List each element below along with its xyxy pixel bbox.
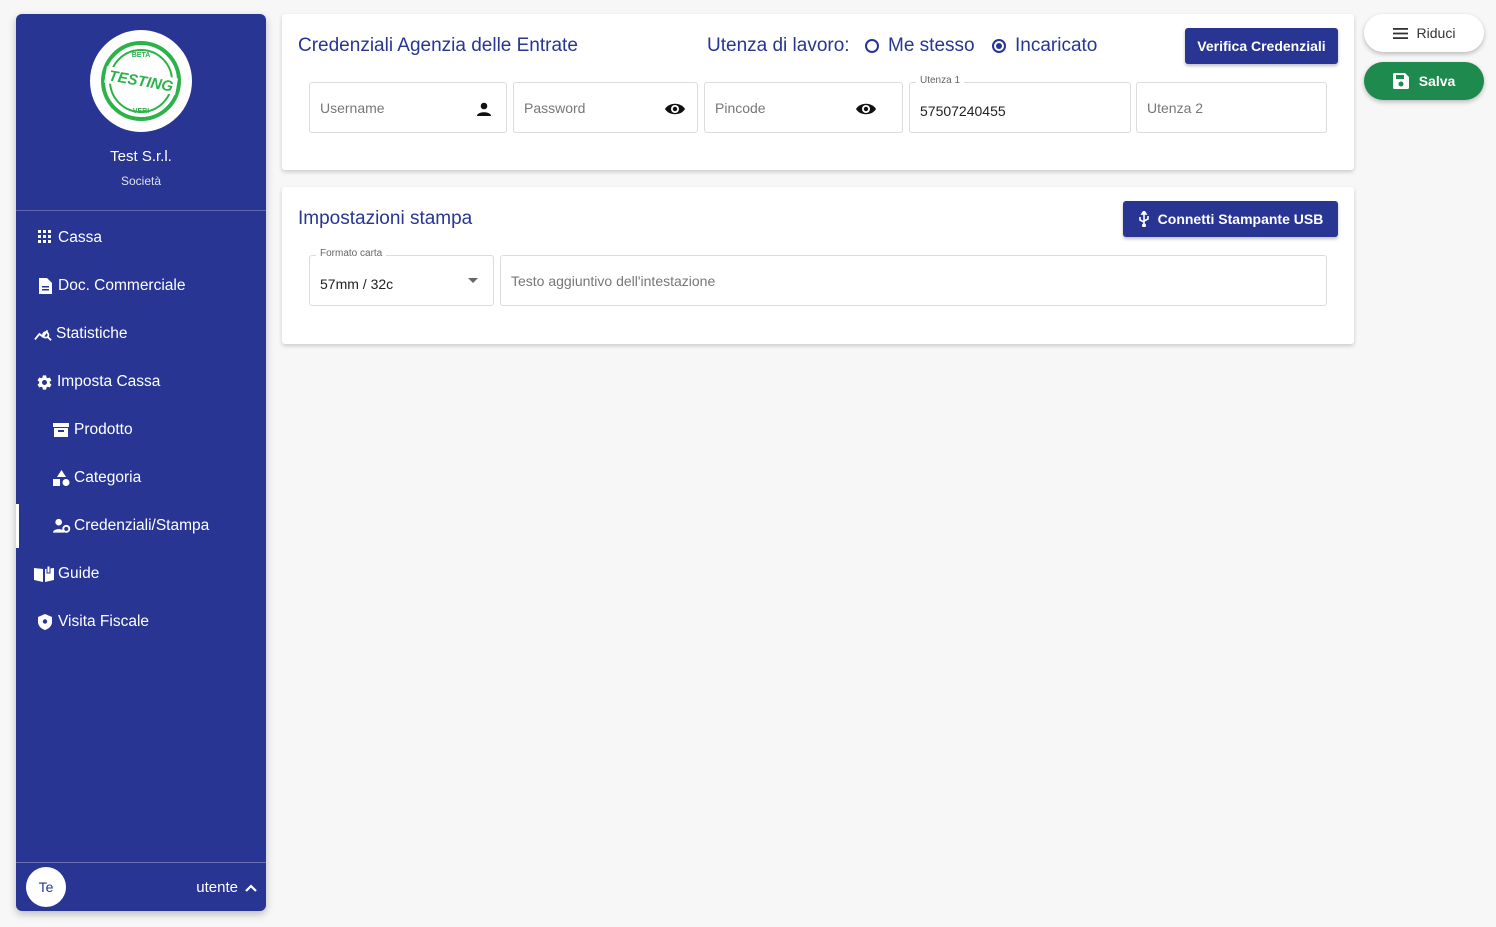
avatar[interactable]: Te <box>26 867 66 907</box>
floppy-icon <box>1392 73 1409 89</box>
password-field[interactable]: Password <box>513 82 698 133</box>
password-placeholder: Password <box>524 100 586 116</box>
sidebar-item-label: Visita Fiscale <box>58 613 150 630</box>
profile-section: BETA TESTING VERI Test S.r.l. Società <box>16 14 266 211</box>
eye-icon[interactable] <box>665 99 685 119</box>
chart-search-icon <box>34 325 52 343</box>
chevron-up-icon[interactable] <box>245 880 257 898</box>
sidebar-item-statistiche[interactable]: Statistiche <box>16 312 266 356</box>
sidebar-item-credenziali-stampa[interactable]: Credenziali/Stampa <box>16 504 266 548</box>
print-title: Impostazioni stampa <box>298 208 473 229</box>
pincode-placeholder: Pincode <box>715 100 766 116</box>
document-icon <box>36 277 54 295</box>
company-logo: BETA TESTING VERI <box>90 30 192 132</box>
username-field[interactable]: Username <box>309 82 507 133</box>
keypad-icon <box>36 229 54 247</box>
user-menu[interactable]: Te utente <box>16 862 266 911</box>
sidebar-item-label: Prodotto <box>74 421 133 438</box>
paper-format-label: Formato carta <box>316 248 387 259</box>
sidebar-item-label: Guide <box>58 565 100 582</box>
sidebar-item-guide[interactable]: Guide <box>16 552 266 596</box>
logo-main-text: TESTING <box>107 67 174 95</box>
sidebar-item-cassa[interactable]: Cassa <box>16 216 266 260</box>
save-button[interactable]: Salva <box>1364 62 1484 100</box>
sidebar-item-label: Doc. Commerciale <box>58 277 186 294</box>
company-name: Test S.r.l. <box>110 148 172 165</box>
utenza2-field[interactable]: Utenza 2 <box>1136 82 1327 133</box>
usb-icon <box>1138 211 1150 227</box>
eye-icon[interactable] <box>856 99 876 119</box>
radio-incaricato-label[interactable]: Incaricato <box>1015 35 1097 57</box>
header-text-input[interactable]: Testo aggiuntivo dell'intestazione <box>500 255 1327 306</box>
utenza1-value: 57507240455 <box>920 103 1006 119</box>
credentials-card: Credenziali Agenzia delle Entrate Utenza… <box>282 14 1354 170</box>
sidebar-item-doc-commerciale[interactable]: Doc. Commerciale <box>16 264 266 308</box>
sidebar-item-label: Credenziali/Stampa <box>74 517 210 534</box>
connect-usb-printer-label: Connetti Stampante USB <box>1157 211 1324 227</box>
save-label: Salva <box>1418 73 1456 89</box>
caret-down-icon <box>463 271 483 291</box>
paper-format-select[interactable]: Formato carta 57mm / 32c <box>309 248 494 306</box>
header-text-placeholder: Testo aggiuntivo dell'intestazione <box>511 273 716 289</box>
logo-top-text: BETA <box>132 52 151 59</box>
book-icon <box>34 565 54 583</box>
sidebar-item-label: Cassa <box>58 229 102 246</box>
credentials-title: Credenziali Agenzia delle Entrate <box>298 35 578 56</box>
radio-incaricato[interactable] <box>992 39 1006 53</box>
person-icon <box>474 99 494 119</box>
paper-format-value: 57mm / 32c <box>320 276 394 292</box>
sidebar-item-imposta-cassa[interactable]: Imposta Cassa <box>16 360 266 404</box>
sidebar-item-visita-fiscale[interactable]: Visita Fiscale <box>16 600 266 644</box>
sidebar-item-label: Categoria <box>74 469 142 486</box>
gear-icon <box>35 373 53 391</box>
sidebar-item-label: Statistiche <box>56 325 128 342</box>
verify-credentials-button[interactable]: Verifica Credenziali <box>1185 28 1338 64</box>
user-name[interactable]: utente <box>196 879 238 896</box>
logo-bottom-text: VERI <box>133 108 149 115</box>
archive-icon <box>52 421 70 439</box>
utenza1-label: Utenza 1 <box>916 75 965 86</box>
utenza1-field[interactable]: Utenza 1 57507240455 <box>909 75 1131 133</box>
riduci-button[interactable]: Riduci <box>1364 14 1484 52</box>
utenza2-placeholder: Utenza 2 <box>1147 100 1204 116</box>
shield-icon <box>36 613 54 631</box>
connect-usb-printer-button[interactable]: Connetti Stampante USB <box>1123 201 1338 237</box>
company-type: Società <box>120 174 162 188</box>
account-cog-icon <box>53 517 71 535</box>
sidebar-item-categoria[interactable]: Categoria <box>16 456 266 500</box>
sidebar-item-label: Imposta Cassa <box>57 373 161 390</box>
radio-me-stesso[interactable] <box>865 39 879 53</box>
radio-me-stesso-label[interactable]: Me stesso <box>888 35 975 57</box>
riduci-label: Riduci <box>1416 25 1456 41</box>
menu-icon <box>1392 27 1408 39</box>
sidebar: BETA TESTING VERI Test S.r.l. Società Ca… <box>16 14 266 911</box>
shapes-icon <box>52 469 70 487</box>
username-placeholder: Username <box>320 100 385 116</box>
print-settings-card: Impostazioni stampa Connetti Stampante U… <box>282 187 1354 344</box>
work-user-label: Utenza di lavoro: <box>707 35 850 56</box>
sidebar-item-prodotto[interactable]: Prodotto <box>16 408 266 452</box>
pincode-field[interactable]: Pincode <box>704 82 903 133</box>
